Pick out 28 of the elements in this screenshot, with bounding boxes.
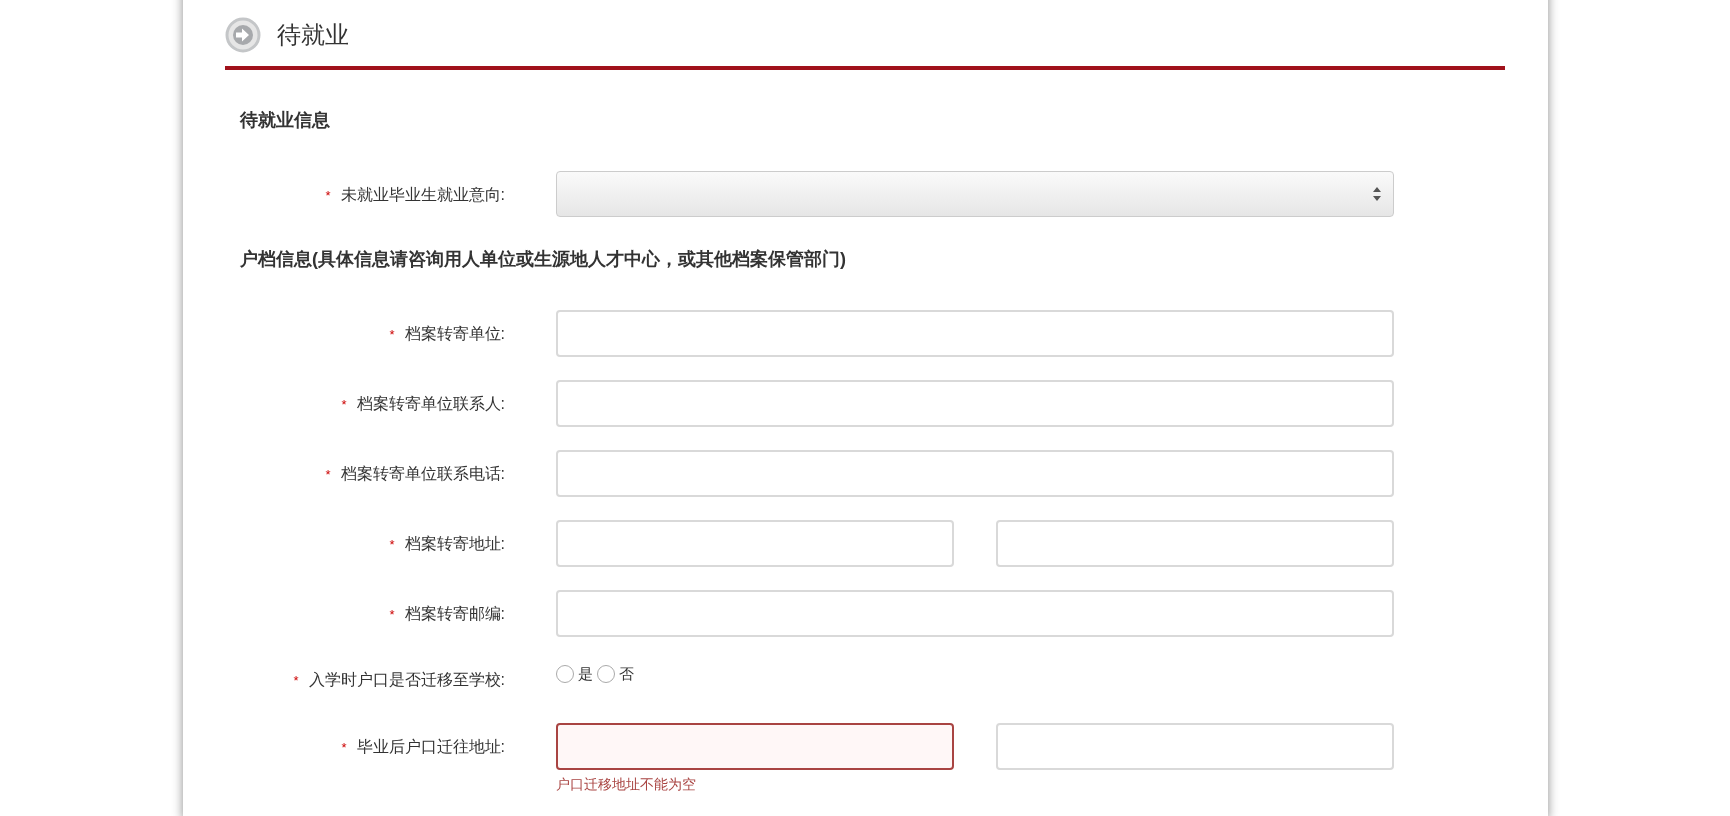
required-asterisk: * — [341, 740, 347, 755]
required-asterisk: * — [341, 397, 347, 412]
radio-button[interactable] — [556, 665, 574, 683]
required-asterisk: * — [293, 673, 299, 688]
field-label: 档案转寄邮编: — [404, 605, 505, 622]
radio-label: 是 — [578, 664, 593, 684]
field-label: 档案转寄单位: — [404, 325, 505, 342]
required-asterisk: * — [389, 537, 395, 552]
radio-button[interactable] — [597, 665, 615, 683]
required-asterisk: * — [389, 327, 395, 342]
error-message: 户口迁移地址不能为空 — [556, 776, 697, 794]
required-asterisk: * — [325, 467, 331, 482]
up-down-arrows-icon — [1373, 187, 1381, 201]
field-label: 档案转寄单位联系人: — [356, 395, 505, 412]
field-label: 档案转寄单位联系电话: — [340, 465, 505, 482]
radio-label: 否 — [619, 664, 634, 684]
field-label: 未就业毕业生就业意向: — [340, 186, 505, 203]
required-asterisk: * — [389, 607, 395, 622]
page-title: 待就业 — [277, 20, 349, 50]
arrow-circle-icon — [225, 17, 261, 53]
field-label: 档案转寄地址: — [404, 535, 505, 552]
required-asterisk: * — [325, 188, 331, 203]
section-heading: 待就业信息 — [240, 109, 331, 132]
text-input-field[interactable] — [556, 723, 954, 770]
field-label: 毕业后户口迁往地址: — [356, 738, 505, 755]
section-heading: 户档信息(具体信息请咨询用人单位或生源地人才中心，或其他档案保管部门) — [240, 248, 847, 271]
dropdown-select[interactable] — [556, 171, 1394, 217]
field-label: 入学时户口是否迁移至学校: — [308, 671, 505, 688]
